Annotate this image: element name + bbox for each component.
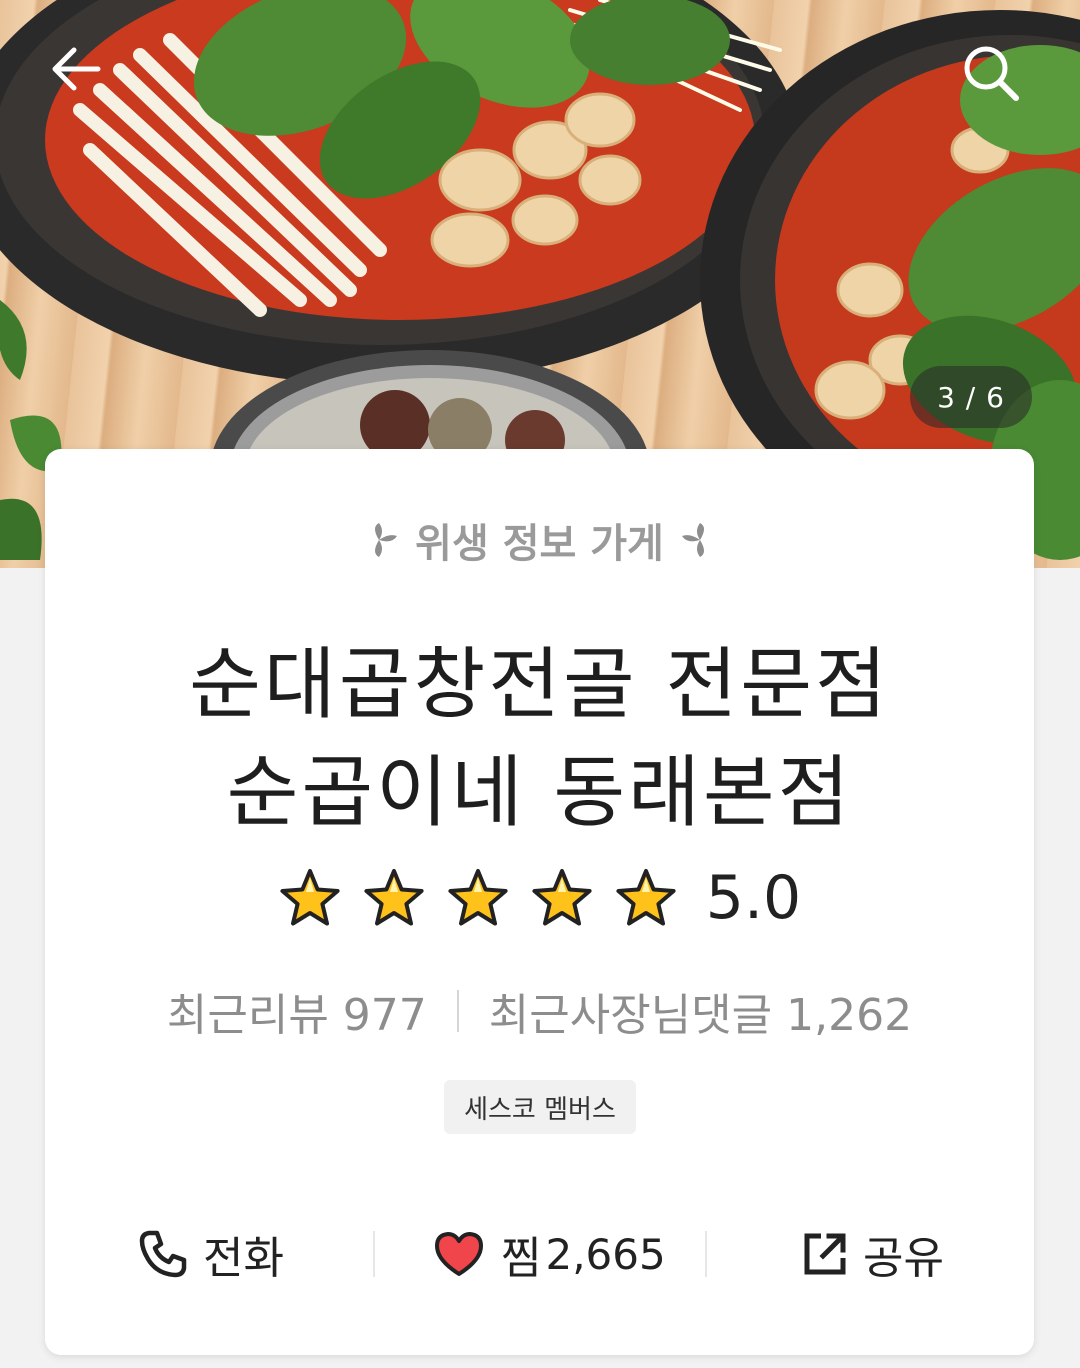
store-info-card: 위생 정보 가게 순대곱창전골 전문점 순곱이네 동래본점 5.0 최근리뷰 9…	[45, 449, 1034, 1355]
favorite-count: 2,665	[545, 1229, 666, 1279]
review-counts: 최근리뷰 977 최근사장님댓글 1,262	[45, 979, 1034, 1043]
action-divider	[705, 1231, 707, 1277]
owner-replies-count: 1,262	[786, 990, 913, 1041]
divider	[456, 990, 459, 1032]
cesco-members-badge: 세스코 멤버스	[444, 1080, 636, 1134]
call-button[interactable]: 전화	[137, 1219, 284, 1289]
hygiene-label-text: 위생 정보 가게	[415, 521, 664, 567]
back-button[interactable]	[48, 42, 118, 112]
rating-score: 5.0	[705, 863, 802, 933]
star-rating	[278, 866, 678, 930]
search-button[interactable]	[960, 42, 1030, 112]
laurel-left-icon	[363, 523, 398, 557]
star-icon	[280, 869, 340, 926]
search-icon	[964, 46, 1019, 101]
heart-icon	[435, 1232, 483, 1276]
recent-reviews-label: 최근리뷰	[166, 990, 329, 1041]
store-title-line2: 순곱이네 동래본점	[226, 748, 853, 838]
favorite-button[interactable]: 찜 2,665	[433, 1219, 666, 1289]
recent-reviews-count: 977	[342, 990, 427, 1041]
store-title: 순대곱창전골 전문점 순곱이네 동래본점	[45, 631, 1034, 847]
star-icon	[448, 869, 508, 926]
phone-icon	[139, 1230, 187, 1278]
hygiene-info-label[interactable]: 위생 정보 가게	[45, 511, 1034, 569]
share-icon	[804, 1233, 846, 1275]
favorite-label: 찜	[501, 1233, 542, 1284]
owner-replies-label: 최근사장님댓글	[488, 990, 773, 1041]
rating-row: 5.0	[45, 863, 1034, 933]
star-icon	[532, 869, 592, 926]
share-label: 공유	[863, 1233, 944, 1284]
image-counter: 3 / 6	[910, 366, 1032, 428]
star-icon	[616, 869, 676, 926]
arrow-left-icon	[52, 47, 101, 91]
share-button[interactable]: 공유	[801, 1219, 944, 1289]
laurel-right-icon	[681, 523, 716, 557]
action-divider	[373, 1231, 375, 1277]
action-bar: 전화 찜 2,665 공유	[45, 1219, 1034, 1289]
star-icon	[364, 869, 424, 926]
owner-replies[interactable]: 최근사장님댓글 1,262	[489, 979, 912, 1043]
store-title-line1: 순대곱창전골 전문점	[189, 640, 890, 730]
recent-reviews[interactable]: 최근리뷰 977	[167, 979, 427, 1043]
call-label: 전화	[203, 1233, 284, 1284]
